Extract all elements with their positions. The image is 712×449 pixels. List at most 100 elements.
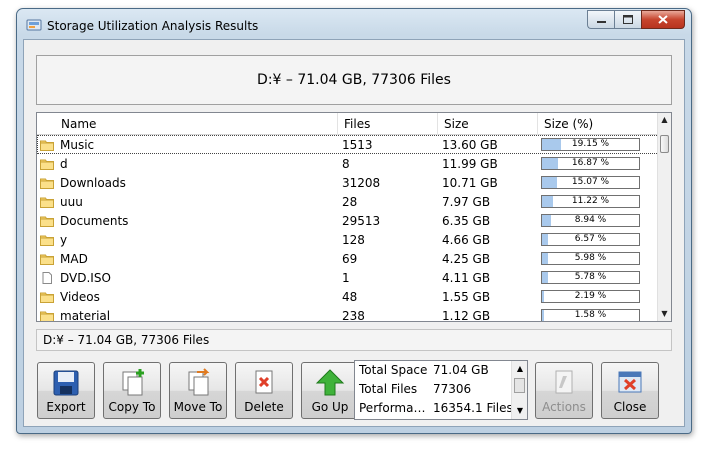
summary-list[interactable]: Total Space 71.04 GB Total Files 77306 P… <box>354 360 528 420</box>
scroll-down-arrow-icon[interactable]: ▼ <box>513 404 527 418</box>
usage-bar-label: 5.98 % <box>574 253 607 263</box>
percent-cell: 2.19 % <box>538 290 658 303</box>
floppy-disk-icon <box>53 370 79 396</box>
usage-bar: 15.07 % <box>541 176 640 189</box>
usage-bar: 19.15 % <box>541 138 640 151</box>
file-name: d <box>60 156 68 171</box>
scroll-up-arrow-icon[interactable]: ▲ <box>658 113 671 127</box>
folder-icon <box>40 178 54 189</box>
size-cell: 1.55 GB <box>442 289 491 304</box>
usage-bar-label: 8.94 % <box>574 215 607 225</box>
close-label: Close <box>613 400 647 414</box>
window-title: Storage Utilization Analysis Results <box>47 19 259 33</box>
usage-bar-label: 1.58 % <box>574 310 607 320</box>
summary-header: D:¥ – 71.04 GB, 77306 Files <box>36 55 672 105</box>
files-cell: 1 <box>342 270 350 285</box>
maximize-button[interactable] <box>614 10 641 29</box>
file-name: Music <box>60 137 95 152</box>
table-row[interactable]: d 8 11.99 GB 16.87 % <box>37 154 659 173</box>
files-cell: 28 <box>342 194 358 209</box>
table-row[interactable]: Downloads 31208 10.71 GB 15.07 % <box>37 173 659 192</box>
main-window: Storage Utilization Analysis Results D:¥… <box>16 8 692 434</box>
export-button[interactable]: Export <box>37 362 95 419</box>
scroll-thumb[interactable] <box>514 378 525 393</box>
table-row[interactable]: material 238 1.12 GB 1.58 % <box>37 306 659 322</box>
delete-button[interactable]: Delete <box>235 362 293 419</box>
summary-row: Performa… 16354.1 Files/ <box>355 399 527 418</box>
file-list[interactable]: Name Files Size Size (%) Music 1513 13.60 … <box>36 112 672 322</box>
files-cell: 29513 <box>342 213 381 228</box>
size-cell: 13.60 GB <box>442 137 498 152</box>
go-up-label: Go Up <box>311 400 349 414</box>
up-arrow-icon <box>315 369 345 396</box>
scroll-up-arrow-icon[interactable]: ▲ <box>513 362 527 376</box>
usage-bar-label: 6.57 % <box>574 234 607 244</box>
name-cell: material <box>37 309 338 321</box>
size-cell: 10.71 GB <box>442 175 498 190</box>
table-row[interactable]: MAD 69 4.25 GB 5.98 % <box>37 249 659 268</box>
copy-to-label: Copy To <box>108 400 156 414</box>
table-row[interactable]: DVD.ISO 1 4.11 GB 5.78 % <box>37 268 659 287</box>
name-cell: Documents <box>37 214 338 228</box>
files-cell: 128 <box>342 232 365 247</box>
status-bar: D:¥ – 71.04 GB, 77306 Files <box>36 329 672 351</box>
folder-icon <box>40 292 54 303</box>
usage-bar-label: 16.87 % <box>571 158 610 168</box>
table-row[interactable]: Videos 48 1.55 GB 2.19 % <box>37 287 659 306</box>
summary-value: 16354.1 Files/ <box>433 401 511 415</box>
percent-cell: 8.94 % <box>538 214 658 227</box>
scroll-thumb[interactable] <box>660 135 669 153</box>
column-header-name[interactable]: Name <box>37 113 338 135</box>
usage-bar: 8.94 % <box>541 214 640 227</box>
folder-icon <box>40 140 54 151</box>
move-to-button[interactable]: Move To <box>169 362 227 419</box>
close-window-button[interactable] <box>641 10 685 29</box>
percent-cell: 1.58 % <box>538 309 658 321</box>
summary-value: 71.04 GB <box>433 363 489 377</box>
close-button[interactable]: Close <box>601 362 659 419</box>
file-icon <box>42 271 52 284</box>
list-header: Name Files Size Size (%) <box>37 113 659 135</box>
go-up-button[interactable]: Go Up <box>301 362 359 419</box>
summary-value: 77306 <box>433 382 472 396</box>
actions-button[interactable]: Actions <box>535 362 593 419</box>
folder-icon <box>40 254 54 265</box>
table-row[interactable]: uuu 28 7.97 GB 11.22 % <box>37 192 659 211</box>
copy-file-icon <box>122 369 144 396</box>
copy-to-button[interactable]: Copy To <box>103 362 161 419</box>
file-name: DVD.ISO <box>60 270 111 285</box>
column-header-files[interactable]: Files <box>338 113 438 135</box>
name-cell: Music <box>37 138 338 152</box>
title-bar[interactable]: Storage Utilization Analysis Results <box>17 9 691 39</box>
client-area: D:¥ – 71.04 GB, 77306 Files Name Files S… <box>23 39 685 427</box>
summary-scrollbar[interactable]: ▲ ▼ <box>511 361 527 419</box>
usage-bar: 1.58 % <box>541 309 640 321</box>
column-header-size[interactable]: Size <box>438 113 538 135</box>
file-name: Videos <box>60 289 100 304</box>
maximize-icon <box>623 15 633 24</box>
percent-cell: 5.98 % <box>538 252 658 265</box>
table-row[interactable]: y 128 4.66 GB 6.57 % <box>37 230 659 249</box>
usage-bar: 6.57 % <box>541 233 640 246</box>
usage-bar: 5.78 % <box>541 271 640 284</box>
percent-cell: 19.15 % <box>538 138 658 151</box>
table-row[interactable]: Music 1513 13.60 GB 19.15 % <box>37 135 659 154</box>
percent-cell: 15.07 % <box>538 176 658 189</box>
summary-key: Performa… <box>359 401 426 415</box>
column-header-size-percent[interactable]: Size (%) <box>538 113 659 135</box>
scroll-down-arrow-icon[interactable]: ▼ <box>658 307 671 321</box>
size-cell: 1.12 GB <box>442 308 491 322</box>
actions-icon <box>555 370 573 394</box>
table-row[interactable]: Documents 29513 6.35 GB 8.94 % <box>37 211 659 230</box>
files-cell: 238 <box>342 308 365 322</box>
minimize-button[interactable] <box>587 10 614 29</box>
summary-key: Total Files <box>359 382 418 396</box>
name-cell: Videos <box>37 290 338 304</box>
size-cell: 4.11 GB <box>442 270 491 285</box>
actions-label: Actions <box>542 400 586 414</box>
usage-bar: 2.19 % <box>541 290 640 303</box>
usage-bar-label: 2.19 % <box>574 291 607 301</box>
name-cell: d <box>37 157 338 171</box>
file-name: uuu <box>60 194 83 209</box>
list-scrollbar[interactable]: ▲ ▼ <box>657 113 671 321</box>
